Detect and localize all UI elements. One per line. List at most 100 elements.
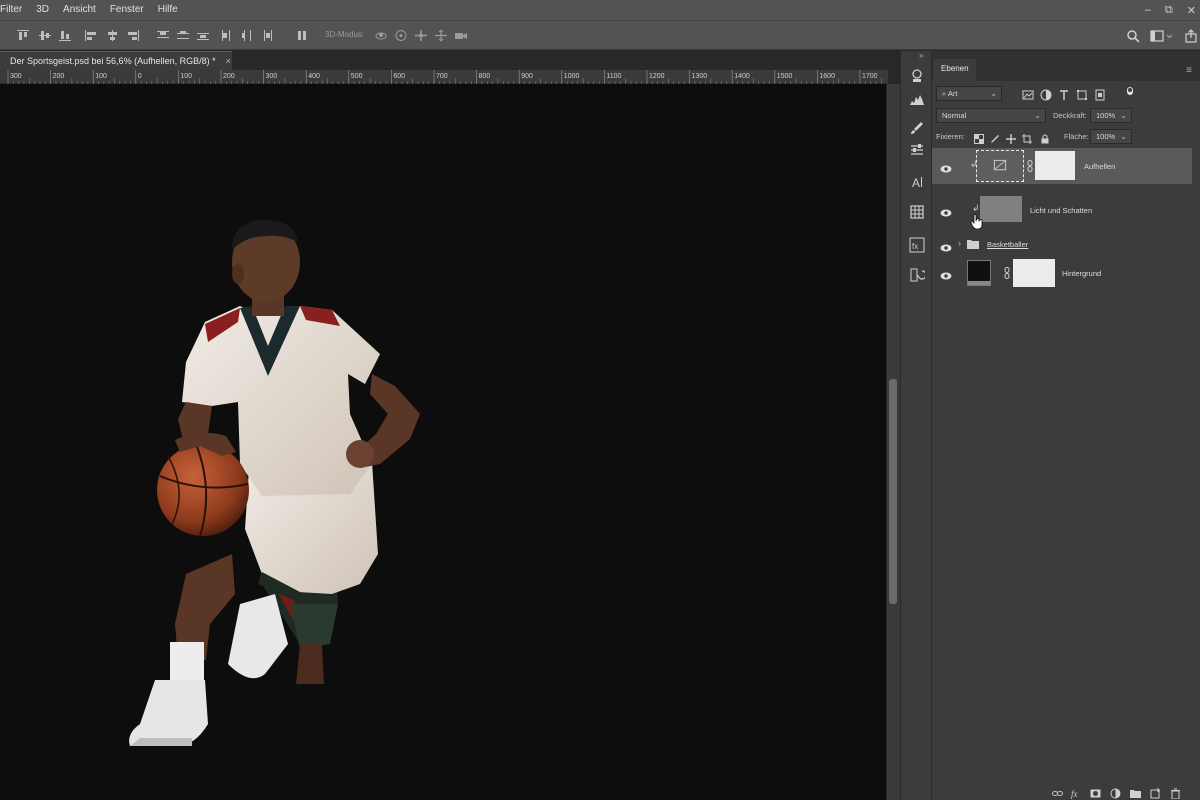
distribute-top-icon[interactable] (156, 29, 170, 42)
basketball-player-image (129, 220, 420, 746)
adjustment-icon[interactable] (1110, 786, 1121, 799)
restore-button[interactable]: ⧉ (1165, 4, 1173, 17)
align-top-icon[interactable] (16, 29, 30, 42)
align-hcenter-icon[interactable] (106, 29, 120, 42)
3d-camera-icon[interactable] (454, 29, 468, 42)
folder-icon (967, 240, 979, 249)
svg-text:fx: fx (912, 242, 918, 251)
ruler-label: 500 (351, 73, 363, 80)
menu-bar: Filter 3D Ansicht Fenster Hilfe – ⧉ ✕ (0, 0, 1200, 20)
options-bar: 3D-Modus: (0, 20, 1200, 50)
layer-name: Hintergrund (1062, 269, 1102, 278)
brush-panel-icon[interactable] (909, 120, 925, 136)
fill-field[interactable]: 100% ⌄ (1090, 129, 1132, 144)
history-panel-icon[interactable] (909, 267, 927, 283)
filter-smart-object-icon[interactable] (1094, 88, 1106, 101)
menu-ansicht[interactable]: Ansicht (56, 0, 103, 20)
3d-roll-icon[interactable] (394, 29, 408, 42)
expand-group-icon[interactable]: › (958, 238, 961, 248)
layer-filter-dropdown[interactable]: ⌕ Art ⌄ (936, 86, 1002, 101)
ruler-label: 100 (180, 73, 192, 80)
eye-icon[interactable] (940, 268, 952, 280)
vertical-scrollbar[interactable] (887, 84, 900, 800)
panel-icon-strip: » A fx (900, 51, 932, 800)
ruler-label: 0 (138, 73, 142, 80)
menu-fenster[interactable]: Fenster (103, 0, 151, 20)
panel-menu-icon[interactable]: ≡ (1186, 65, 1192, 76)
ruler-label: 200 (53, 73, 65, 80)
distribute-vcenter-icon[interactable] (176, 29, 190, 42)
properties-panel-icon[interactable] (909, 142, 925, 158)
close-document-icon[interactable]: × (226, 56, 231, 66)
layers-panel-footer: fx (932, 783, 1200, 800)
workspace-icon[interactable] (1150, 29, 1174, 43)
swatches-panel-icon[interactable] (909, 204, 925, 220)
3d-pan-icon[interactable] (414, 29, 428, 42)
close-window-button[interactable]: ✕ (1187, 4, 1196, 17)
align-left-icon[interactable] (84, 29, 98, 42)
filter-pixel-icon[interactable] (1022, 88, 1034, 100)
tab-ebenen[interactable]: Ebenen (934, 59, 976, 81)
3d-orbit-icon[interactable] (374, 29, 388, 42)
layers-panel-header: Ebenen ≡ (932, 51, 1200, 81)
photoshop-window: Filter 3D Ansicht Fenster Hilfe – ⧉ ✕ 3D… (0, 0, 1200, 800)
auto-align-icon[interactable] (295, 29, 309, 42)
blend-mode-value: Normal (942, 111, 967, 120)
mask-icon[interactable] (1090, 786, 1101, 798)
trash-icon[interactable] (1170, 786, 1181, 800)
blend-mode-dropdown[interactable]: Normal ⌄ (936, 108, 1046, 123)
collapse-strip-icon[interactable]: » (919, 51, 923, 60)
svg-text:fx: fx (1071, 789, 1078, 799)
adjustments-panel-icon[interactable] (909, 68, 925, 84)
scrollbar-thumb[interactable] (889, 379, 897, 604)
layer-name: Licht und Schatten (1030, 206, 1093, 215)
search-icon[interactable] (1126, 29, 1140, 43)
lock-all-icon[interactable] (1040, 131, 1050, 144)
filter-toggle-icon[interactable] (1124, 84, 1136, 96)
minimize-button[interactable]: – (1145, 4, 1151, 16)
filter-type-icon[interactable] (1058, 88, 1070, 100)
lock-transparent-icon[interactable] (974, 131, 984, 144)
eye-icon[interactable] (940, 240, 952, 252)
ruler-label: 800 (479, 73, 491, 80)
eye-icon[interactable] (940, 161, 952, 173)
layer-name: Aufhellen (1084, 162, 1116, 171)
align-bottom-icon[interactable] (58, 29, 72, 42)
document-tab[interactable]: Der Sportsgeist.psd bei 56,6% (Aufhellen… (0, 51, 232, 70)
distribute-right-icon[interactable] (260, 29, 274, 42)
lock-artboard-icon[interactable] (1022, 131, 1032, 144)
new-layer-icon[interactable] (1150, 786, 1161, 799)
3d-mode-label: 3D-Modus: (325, 30, 365, 39)
opacity-field[interactable]: 100% ⌄ (1090, 108, 1132, 123)
fx-icon[interactable]: fx (1071, 786, 1082, 799)
filter-shape-icon[interactable] (1076, 88, 1088, 100)
menu-filter[interactable]: Filter (0, 0, 29, 20)
lock-label: Fixieren: (936, 132, 965, 141)
menu-hilfe[interactable]: Hilfe (151, 0, 185, 20)
ruler-label: 300 (10, 73, 22, 80)
align-vcenter-icon[interactable] (38, 29, 52, 42)
lock-image-icon[interactable] (990, 131, 1000, 143)
filter-adjustment-icon[interactable] (1040, 88, 1052, 101)
3d-slide-icon[interactable] (434, 29, 448, 42)
link-layers-icon[interactable] (1052, 786, 1063, 797)
histogram-panel-icon[interactable] (909, 91, 925, 107)
ruler-label: 200 (223, 73, 235, 80)
styles-panel-icon[interactable]: fx (909, 237, 925, 253)
distribute-bottom-icon[interactable] (196, 29, 210, 42)
layer-row-basketballer[interactable]: › Basketballer (932, 235, 1192, 255)
opacity-label: Deckkraft: (1053, 111, 1087, 120)
lock-position-icon[interactable] (1006, 131, 1016, 144)
align-right-icon[interactable] (126, 29, 140, 42)
menu-3d[interactable]: 3D (29, 0, 56, 20)
eye-icon[interactable] (940, 205, 952, 217)
layer-row-aufhellen[interactable]: ↲ Aufhellen (932, 148, 1192, 184)
document-canvas[interactable] (0, 84, 886, 800)
chevron-down-icon: ⌄ (1120, 111, 1127, 120)
share-icon[interactable] (1184, 29, 1198, 43)
layer-row-hintergrund[interactable]: Hintergrund (932, 256, 1192, 290)
distribute-left-icon[interactable] (220, 29, 234, 42)
new-group-icon[interactable] (1130, 786, 1141, 798)
distribute-hcenter-icon[interactable] (240, 29, 254, 42)
character-panel-icon[interactable]: A (909, 174, 925, 190)
